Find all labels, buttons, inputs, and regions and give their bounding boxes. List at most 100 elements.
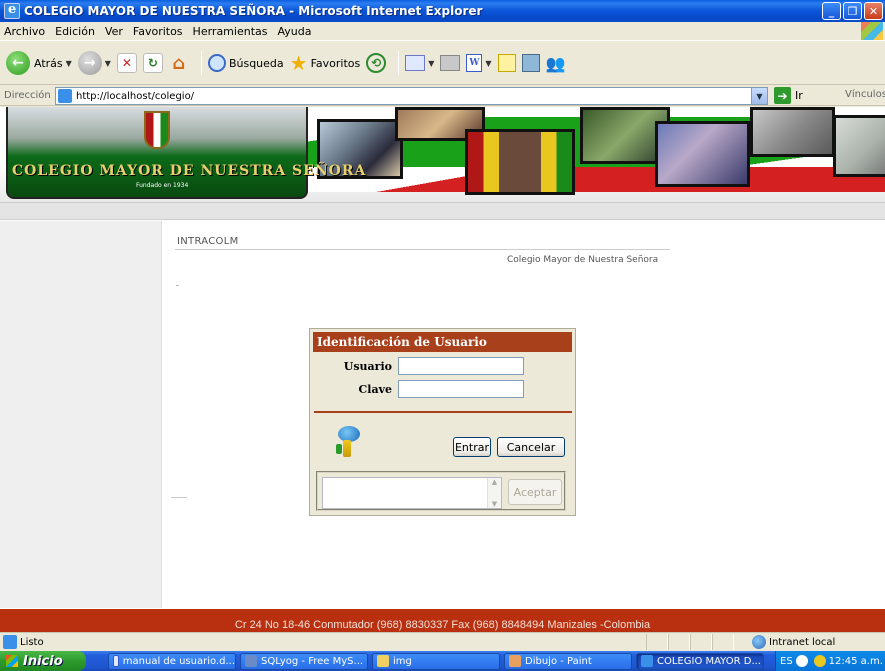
history-button[interactable]: ⟲ xyxy=(366,53,387,73)
status-text: Listo xyxy=(20,636,44,648)
refresh-button[interactable]: ↻ xyxy=(142,53,163,73)
edit-button[interactable]: W ▼ xyxy=(466,54,492,72)
menu-ver[interactable]: Ver xyxy=(105,25,123,38)
start-button[interactable]: Inicio xyxy=(0,651,86,671)
message-box: ▲ ▼ Aceptar xyxy=(316,471,566,511)
task-label: img xyxy=(393,655,412,667)
page-icon xyxy=(58,89,72,103)
password-row: Clave xyxy=(310,380,524,398)
mail-button[interactable]: ▼ xyxy=(405,55,434,71)
taskbar-item-paint[interactable]: Dibujo - Paint xyxy=(504,652,632,670)
mail-icon xyxy=(405,55,426,71)
research-button[interactable] xyxy=(521,54,540,72)
tray-arrow-icon[interactable] xyxy=(795,655,808,667)
minimize-button[interactable]: _ xyxy=(822,2,841,20)
forward-arrow-icon: → xyxy=(77,51,102,75)
menu-favoritos[interactable]: Favoritos xyxy=(133,25,183,38)
message-scrollbar[interactable]: ▲ ▼ xyxy=(487,478,501,508)
clock: 12:45 a.m. xyxy=(828,655,883,667)
dropdown-arrow-icon[interactable]: ▼ xyxy=(428,59,434,68)
taskbar-item-word[interactable]: manual de usuario.d... xyxy=(108,652,236,670)
school-name: COLEGIO MAYOR DE NUESTRA SEÑORA xyxy=(12,163,367,179)
status-cells xyxy=(646,634,734,650)
divider xyxy=(171,497,187,498)
language-indicator[interactable]: ES xyxy=(780,656,793,667)
address-input[interactable]: http://localhost/colegio/ ▼ xyxy=(55,87,768,105)
left-column xyxy=(0,221,162,608)
divider xyxy=(175,249,670,250)
refresh-icon: ↻ xyxy=(142,53,163,73)
go-button[interactable]: ➔ Ir xyxy=(774,87,803,104)
site-name: INTRACOLM xyxy=(177,236,239,247)
messenger-icon: 👥 xyxy=(545,54,566,73)
windows-logo-icon xyxy=(861,22,883,40)
links-label[interactable]: Vínculos xyxy=(845,89,885,100)
enter-button[interactable]: Entrar xyxy=(453,437,491,457)
taskbar: Inicio manual de usuario.d... SQLyog - F… xyxy=(0,651,885,671)
messenger-button[interactable]: 👥 xyxy=(545,54,566,73)
taskbar-item-folder[interactable]: img xyxy=(372,652,500,670)
paint-icon xyxy=(509,655,521,667)
address-dropdown-icon[interactable]: ▼ xyxy=(751,88,767,104)
stop-icon: ✕ xyxy=(116,53,137,73)
address-label: Dirección xyxy=(4,90,51,101)
menu-ayuda[interactable]: Ayuda xyxy=(277,25,311,38)
intranet-globe-icon xyxy=(752,635,766,649)
go-label: Ir xyxy=(795,89,803,102)
favorites-button[interactable]: ★ Favoritos xyxy=(290,51,361,75)
school-logo: COLEGIO MAYOR DE NUESTRA SEÑORA Fundado … xyxy=(6,107,365,199)
cancel-button[interactable]: Cancelar xyxy=(497,437,565,457)
task-label: SQLyog - Free MyS... xyxy=(261,655,364,667)
key-part xyxy=(343,440,351,457)
title-bar: COLEGIO MAYOR DE NUESTRA SEÑORA - Micros… xyxy=(0,0,885,22)
user-input[interactable] xyxy=(398,357,524,375)
school-crest-icon xyxy=(144,111,170,149)
nav-strip xyxy=(0,202,885,220)
password-input[interactable] xyxy=(398,380,524,398)
back-arrow-icon: ← xyxy=(6,51,30,75)
login-dialog: Identificación de Usuario Usuario Clave … xyxy=(309,328,576,516)
dropdown-arrow-icon[interactable]: ▼ xyxy=(66,59,72,68)
user-row: Usuario xyxy=(310,357,524,375)
close-button[interactable]: ✕ xyxy=(864,2,883,20)
back-button[interactable]: ← Atrás ▼ xyxy=(6,51,72,75)
window-title: COLEGIO MAYOR DE NUESTRA SEÑORA - Micros… xyxy=(24,4,483,18)
ie-icon xyxy=(641,655,653,667)
toolbar: ← Atrás ▼ → ▼ ✕ ↻ ⌂ Búsqueda ★ Favoritos… xyxy=(0,42,885,85)
search-button[interactable]: Búsqueda xyxy=(207,54,284,72)
message-textarea[interactable]: ▲ ▼ xyxy=(322,477,502,509)
print-button[interactable] xyxy=(440,55,461,71)
toolbar-separator xyxy=(398,51,400,75)
scroll-up-icon[interactable]: ▲ xyxy=(492,478,497,486)
dropdown-arrow-icon[interactable]: ▼ xyxy=(485,59,491,68)
maximize-button[interactable]: ❐ xyxy=(843,2,862,20)
back-label: Atrás xyxy=(34,56,63,70)
menu-herramientas[interactable]: Herramientas xyxy=(193,25,268,38)
research-icon xyxy=(521,54,540,72)
go-arrow-icon: ➔ xyxy=(774,87,791,104)
banner-photo xyxy=(833,115,885,177)
favorites-label: Favoritos xyxy=(310,56,361,70)
menu-archivo[interactable]: Archivo xyxy=(4,25,45,38)
user-label: Usuario xyxy=(343,359,392,373)
menu-edicion[interactable]: Edición xyxy=(55,25,95,38)
system-tray: ES 12:45 a.m. xyxy=(775,651,885,671)
word-doc-icon xyxy=(113,655,119,667)
forward-button[interactable]: → ▼ xyxy=(77,51,111,75)
search-icon xyxy=(207,54,226,72)
favorites-star-icon: ★ xyxy=(289,51,308,75)
tray-app-icon[interactable] xyxy=(813,655,826,667)
search-label: Búsqueda xyxy=(228,56,284,70)
page-status-icon xyxy=(3,635,17,649)
scroll-down-icon[interactable]: ▼ xyxy=(492,500,497,508)
stop-button[interactable]: ✕ xyxy=(116,53,137,73)
task-label: Dibujo - Paint xyxy=(525,655,592,667)
taskbar-item-ie[interactable]: COLEGIO MAYOR D... xyxy=(636,652,764,670)
discuss-button[interactable] xyxy=(497,54,516,72)
banner-photo xyxy=(465,129,575,195)
home-button[interactable]: ⌂ xyxy=(169,53,189,74)
start-label: Inicio xyxy=(23,653,63,669)
taskbar-item-sqlyog[interactable]: SQLyog - Free MyS... xyxy=(240,652,368,670)
dropdown-arrow-icon[interactable]: ▼ xyxy=(105,59,111,68)
key-part xyxy=(336,444,342,454)
